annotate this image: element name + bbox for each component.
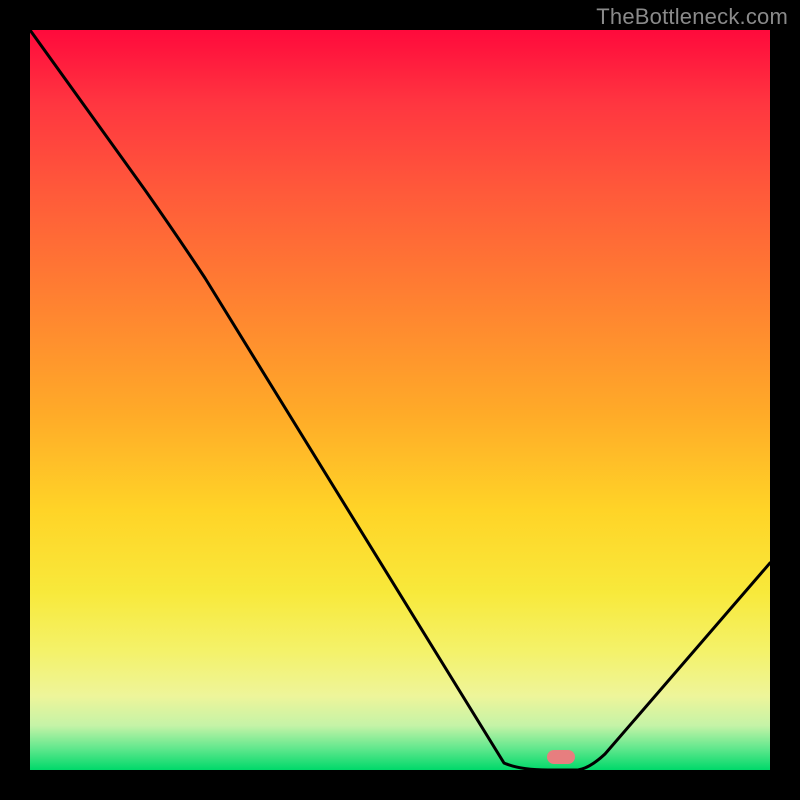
optimal-marker [547,750,575,764]
watermark-text: TheBottleneck.com [596,4,788,30]
chart-frame: TheBottleneck.com [0,0,800,800]
plot-area [30,30,770,770]
bottleneck-curve [30,30,770,770]
